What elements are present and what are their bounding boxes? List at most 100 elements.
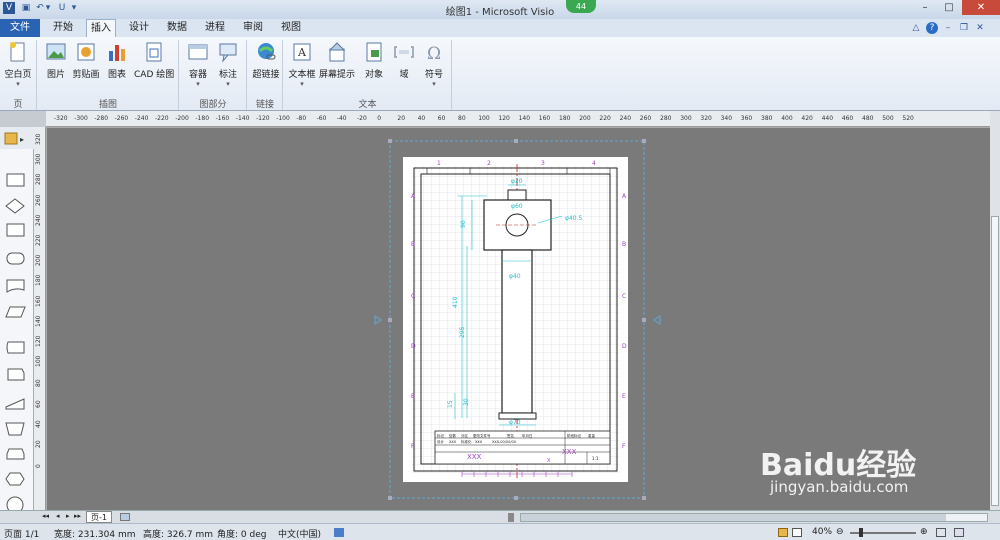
vertical-ruler[interactable]: 320 300 280 260 240 220 200 180 160 140 120 100 80 60… <box>34 127 46 510</box>
window-maximize-button[interactable]: □ <box>937 0 961 15</box>
symbol-button[interactable]: Ω 符号 ▾ <box>416 39 452 99</box>
shapes-icon[interactable] <box>4 132 18 145</box>
hyperlink-button[interactable]: 超链接 <box>248 39 284 99</box>
prev-page-icon[interactable]: ◂ <box>56 512 60 520</box>
page-tab-1[interactable]: 页-1 <box>86 511 112 523</box>
zoom-slider-thumb[interactable] <box>859 528 863 537</box>
first-page-icon[interactable]: ◂◂ <box>42 512 49 520</box>
h-ruler-tick-label: 80 <box>458 115 466 122</box>
full-screen-icon[interactable] <box>792 528 802 537</box>
v-ruler-tick-label: 40 <box>35 420 42 428</box>
h-ruler-tick-label: 200 <box>579 115 591 122</box>
window-minimize-button[interactable]: – <box>913 0 937 15</box>
collapse-ribbon-icon[interactable]: △ <box>910 22 922 34</box>
stencil-preparation-icon[interactable] <box>6 448 25 460</box>
group-separator <box>282 40 283 110</box>
group-label-page: 页 <box>13 100 23 110</box>
zone-row-label: B <box>622 241 626 248</box>
status-height: 高度: 326.7 mm <box>143 530 214 540</box>
stencil-manual-operation-icon[interactable] <box>5 422 25 436</box>
tab-design[interactable]: 设计 <box>122 19 156 37</box>
shapes-expand-icon[interactable]: ▸ <box>20 135 24 144</box>
zoom-out-icon[interactable]: ⊖ <box>836 527 844 537</box>
stencil-circle-icon[interactable] <box>6 496 24 514</box>
callout-button[interactable]: 标注 ▾ <box>210 39 246 99</box>
tab-review[interactable]: 审阅 <box>236 19 270 37</box>
screentip-button[interactable]: 屏幕提示 <box>318 39 356 99</box>
tab-file[interactable]: 文件 <box>0 19 40 37</box>
group-separator <box>451 40 452 110</box>
doc-close-icon[interactable]: ✕ <box>974 22 986 34</box>
status-language[interactable]: 中文(中国) <box>278 527 321 540</box>
chart-button[interactable]: 图表 <box>99 39 135 99</box>
title-block-placeholder: X <box>547 458 551 464</box>
stencil-card-icon[interactable] <box>7 368 25 381</box>
tab-data[interactable]: 数据 <box>160 19 194 37</box>
picture-icon <box>46 43 66 60</box>
stencil-terminator-icon[interactable] <box>6 252 25 265</box>
title-block-text: 分区 <box>461 433 469 438</box>
tab-home[interactable]: 开始 <box>45 19 81 37</box>
stencil-stored-data-icon[interactable] <box>6 341 25 354</box>
tab-insert[interactable]: 插入 <box>86 19 116 38</box>
h-ruler-tick-label: 520 <box>902 115 914 122</box>
h-ruler-tick-label: 300 <box>680 115 692 122</box>
fit-page-icon[interactable] <box>778 528 788 537</box>
baidu-watermark: Baidu经验 jingyan.baidu.com <box>760 432 960 502</box>
zoom-level[interactable]: 40% <box>812 527 832 537</box>
title-bar: V ▣ ↶ ▾ U ▾ 绘图1 - Microsoft Visio 44 – □… <box>0 0 1000 19</box>
h-ruler-tick-label: -160 <box>215 115 230 122</box>
selection-handle[interactable] <box>642 139 646 143</box>
help-icon[interactable]: ? <box>926 22 938 34</box>
h-ruler-tick-label: 360 <box>740 115 753 122</box>
selection-handle[interactable] <box>642 496 646 500</box>
fit-window-icon[interactable] <box>936 528 946 537</box>
selection-handle[interactable] <box>642 318 646 322</box>
next-page-icon[interactable]: ▸ <box>66 512 70 520</box>
tab-view[interactable]: 视图 <box>274 19 308 37</box>
selection-handle[interactable] <box>388 139 392 143</box>
stencil-manual-input-icon[interactable] <box>5 398 25 410</box>
selection-handle[interactable] <box>388 496 392 500</box>
window-close-button[interactable]: ✕ <box>962 0 1000 15</box>
vertical-scroll-thumb[interactable] <box>991 216 999 506</box>
switch-windows-icon[interactable] <box>954 528 964 537</box>
stencil-decision-icon[interactable] <box>5 198 25 214</box>
zone-col-label: 4 <box>592 160 596 167</box>
svg-text:Ω: Ω <box>427 44 441 63</box>
last-page-icon[interactable]: ▸▸ <box>74 512 81 520</box>
stencil-rectangle-icon[interactable] <box>6 173 25 187</box>
horizontal-scroll-thumb[interactable] <box>521 514 946 521</box>
callout-dropdown-icon: ▾ <box>226 80 230 88</box>
cad-drawing-button[interactable]: CAD 绘图 <box>134 39 174 99</box>
textbox-button[interactable]: A 文本框 ▾ <box>284 39 320 99</box>
part-top-boss <box>507 189 527 201</box>
v-ruler-tick-label: 100 <box>35 355 42 368</box>
selection-handle[interactable] <box>388 318 392 322</box>
v-ruler-tick-label: 120 <box>35 335 42 347</box>
tab-split-handle[interactable] <box>508 513 514 522</box>
stencil-data-icon[interactable] <box>5 306 26 318</box>
zone-row-label: F <box>411 443 415 450</box>
stencil-subprocess-icon[interactable] <box>6 223 25 237</box>
vertical-scrollbar[interactable] <box>990 111 1000 510</box>
tab-process[interactable]: 进程 <box>198 19 232 37</box>
dim-text: 410 <box>452 296 459 308</box>
macro-record-icon[interactable] <box>334 528 344 537</box>
horizontal-ruler[interactable]: -320 -300 -280 -260 -240 -220 -200 -180 -160 -140… <box>46 111 990 127</box>
selection-handle[interactable] <box>514 496 518 500</box>
status-page[interactable]: 页面 1/1 <box>4 527 39 540</box>
horizontal-scrollbar[interactable] <box>520 513 988 522</box>
shapes-panel: ▸ <box>0 127 34 514</box>
selection-handle[interactable] <box>514 139 518 143</box>
clipart-icon <box>77 43 95 61</box>
blank-page-button[interactable]: 空白页 ▾ <box>0 39 36 99</box>
doc-restore-icon[interactable]: ❐ <box>958 22 970 34</box>
zoom-in-icon[interactable]: ⊕ <box>920 527 928 537</box>
title-block-text: 标准化 <box>461 439 472 444</box>
stencil-hexagon-icon[interactable] <box>5 472 25 486</box>
right-connector-arrow <box>653 315 661 325</box>
stencil-document-icon[interactable] <box>6 279 25 293</box>
insert-page-icon[interactable] <box>120 513 130 521</box>
doc-minimize-icon[interactable]: – <box>942 22 954 34</box>
